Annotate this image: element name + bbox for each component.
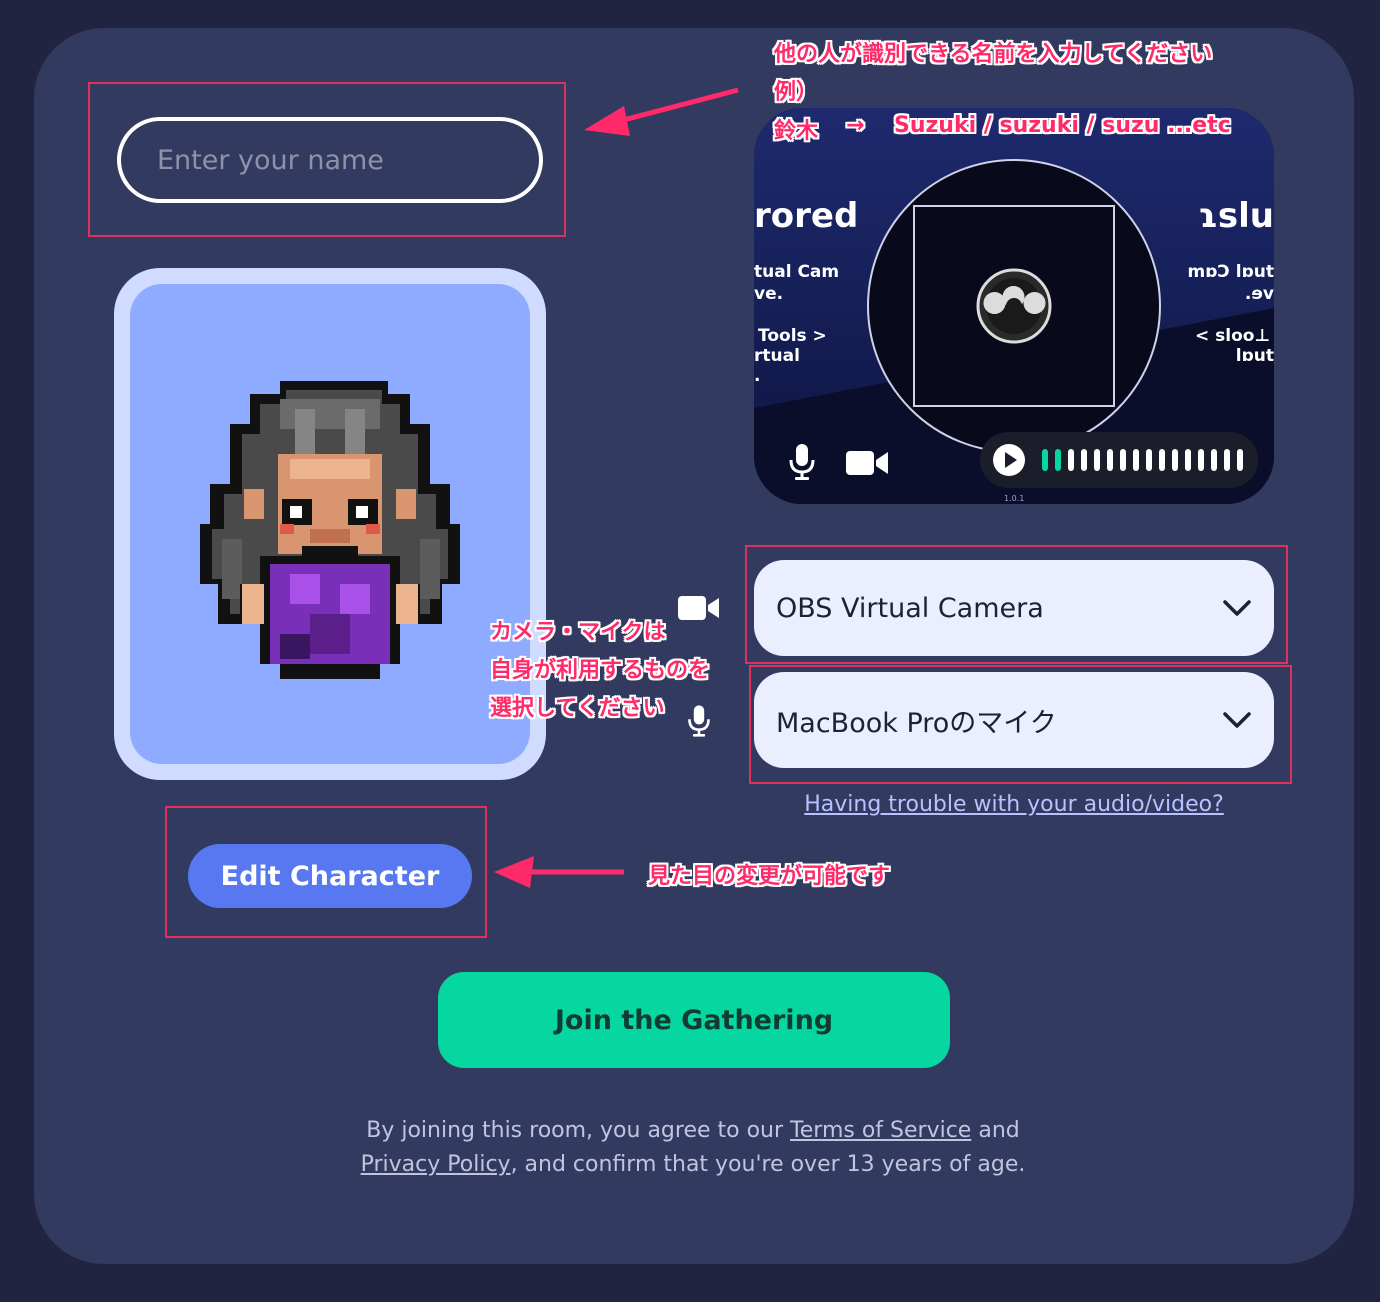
annotation-name-line3-a: 鈴木 (774, 119, 819, 144)
avatar-preview (130, 284, 530, 764)
audio-level-bar (1237, 449, 1243, 471)
legal-pre: By joining this room, you agree to our (366, 1118, 791, 1143)
audio-level-bar (1081, 449, 1087, 471)
avatar-card (114, 268, 546, 780)
annotation-device-line3: 選択してください (490, 696, 665, 721)
microphone-icon (688, 705, 710, 737)
av-trouble-link[interactable]: Having trouble with your audio/video? (754, 792, 1274, 817)
audio-level-bar (1042, 449, 1048, 471)
annotation-device-line2: 自身が利用するものを (490, 658, 711, 683)
annotation-name-line3-b: Suzuki / suzuki / suzu ...etc (894, 113, 1231, 138)
video-text-right-1: mɒƆ lɒut (1187, 262, 1274, 282)
video-text-left-3: Tools > (758, 326, 827, 346)
camera-select[interactable]: OBS Virtual Camera (754, 560, 1274, 656)
annotation-edit-note: 見た目の変更が可能です (648, 864, 891, 889)
chevron-down-icon (1223, 712, 1251, 728)
audio-level-bar (1055, 449, 1061, 471)
microphone-select-value: MacBook Proのマイク (776, 707, 1057, 739)
video-camera-icon[interactable] (846, 448, 888, 478)
play-icon[interactable] (992, 443, 1026, 477)
video-text-left-5: . (754, 366, 761, 386)
video-text-left-1: tual Cam (754, 262, 840, 282)
annotation-name-line2: 例） (774, 80, 819, 105)
audio-level-bar (1120, 449, 1126, 471)
video-text-left-2: ve. (754, 284, 784, 304)
audio-level-bars (1042, 449, 1243, 471)
audio-level-bar (1185, 449, 1191, 471)
audio-level-bar (1198, 449, 1204, 471)
audio-level-bar (1224, 449, 1230, 471)
camera-select-value: OBS Virtual Camera (776, 592, 1044, 624)
audio-level-bar (1094, 449, 1100, 471)
audio-level-bar (1159, 449, 1165, 471)
audio-level-meter (980, 432, 1258, 488)
edit-character-button[interactable]: Edit Character (188, 844, 472, 908)
annotation-name-line3-arrow: → (846, 113, 865, 138)
privacy-link[interactable]: Privacy Policy (361, 1152, 511, 1177)
legal-mid: and (971, 1118, 1020, 1143)
video-text-right-4: lɒut (1235, 346, 1274, 366)
video-text-left-big: rored (754, 196, 859, 236)
avatar-sprite (200, 381, 460, 679)
video-camera-icon (678, 596, 719, 620)
legal-notice: By joining this room, you agree to our T… (240, 1114, 1146, 1182)
audio-level-bar (1172, 449, 1178, 471)
annotation-name-line1: 他の人が識別できる名前を入力してください (774, 42, 1213, 67)
microphone-select[interactable]: MacBook Proのマイク (754, 672, 1274, 768)
video-text-left-4: rtual (754, 346, 800, 366)
version-text: 1.0.1 (1004, 494, 1025, 503)
video-text-right-2: .ɘv (1244, 284, 1274, 304)
audio-level-bar (1146, 449, 1152, 471)
name-input[interactable] (117, 117, 543, 203)
terms-link[interactable]: Terms of Service (790, 1118, 971, 1143)
chevron-down-icon (1223, 600, 1251, 616)
audio-level-bar (1211, 449, 1217, 471)
legal-post: , and confirm that you're over 13 years … (510, 1152, 1026, 1177)
audio-level-bar (1107, 449, 1113, 471)
microphone-icon[interactable] (787, 442, 817, 482)
annotation-arrow-name (584, 87, 739, 136)
audio-level-bar (1133, 449, 1139, 471)
annotation-arrow-edit (494, 856, 624, 888)
video-text-right-3: < sloo⊥ (1194, 326, 1270, 346)
obs-logo-icon (976, 268, 1052, 344)
video-preview: rored tual Cam ve. Tools > rtual . ɿslu … (754, 108, 1274, 504)
video-text-right-big: ɿslu (1197, 196, 1274, 236)
audio-level-bar (1068, 449, 1074, 471)
annotation-device-line1: カメラ・マイクは (490, 620, 666, 645)
join-gathering-button[interactable]: Join the Gathering (438, 972, 950, 1068)
